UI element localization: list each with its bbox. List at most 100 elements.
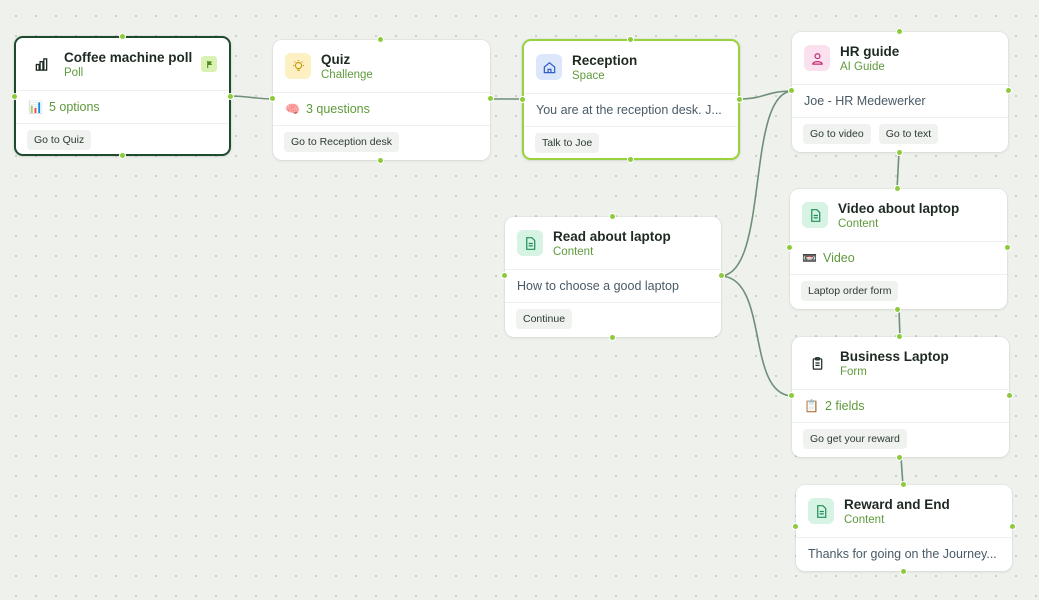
handle-right[interactable] (1009, 523, 1016, 530)
node-title: Reward and End (844, 496, 950, 512)
handle-top[interactable] (377, 36, 384, 43)
node-type: Space (572, 69, 605, 82)
node-actions: Laptop order form (790, 274, 1007, 307)
handle-bottom[interactable] (894, 306, 901, 313)
chart-emoji-icon: 📊 (28, 100, 43, 114)
node-detail: 📼 Video (790, 241, 1007, 274)
node-hr-guide[interactable]: HR guide AI Guide Joe - HR Medewerker Go… (788, 28, 1012, 156)
node-type: Challenge (321, 68, 373, 81)
node-title: HR guide (840, 43, 900, 59)
node-actions: Go to video Go to text (792, 117, 1008, 150)
edge-hr-to-video (896, 151, 900, 190)
node-header: Business Laptop Form (792, 337, 1009, 389)
flag-icon[interactable] (201, 56, 217, 72)
node-detail: Joe - HR Medewerker (792, 84, 1008, 117)
node-reception[interactable]: Reception Space You are at the reception… (519, 36, 743, 163)
handle-bottom[interactable] (896, 454, 903, 461)
node-read-about-laptop[interactable]: Read about laptop Content How to choose … (501, 213, 725, 341)
brain-emoji-icon: 🧠 (285, 102, 300, 116)
document-icon (517, 230, 543, 256)
action-chip[interactable]: Go to video (803, 124, 871, 144)
handle-top[interactable] (609, 213, 616, 220)
node-title: Business Laptop (840, 348, 949, 364)
node-detail: 📋 2 fields (792, 389, 1009, 422)
handle-top[interactable] (896, 28, 903, 35)
handle-top[interactable] (119, 33, 126, 40)
node-type: Form (840, 365, 867, 378)
node-title: Coffee machine poll (64, 49, 193, 65)
node-header: Reward and End Content (796, 485, 1012, 537)
node-type: Poll (64, 66, 84, 79)
action-chip[interactable]: Go to text (878, 124, 939, 144)
node-business-laptop[interactable]: Business Laptop Form 📋 2 fields Go get y… (788, 333, 1013, 461)
node-reward-and-end[interactable]: Reward and End Content Thanks for going … (792, 481, 1016, 575)
node-quiz[interactable]: Quiz Challenge 🧠 3 questions Go to Recep… (269, 36, 494, 164)
node-type: Content (553, 245, 594, 258)
node-title: Video about laptop (838, 200, 960, 216)
bar-chart-icon (28, 51, 54, 77)
handle-bottom[interactable] (627, 156, 634, 163)
node-header: Video about laptop Content (790, 189, 1007, 241)
node-title: Read about laptop (553, 228, 671, 244)
action-chip[interactable]: Talk to Joe (535, 133, 600, 153)
user-icon (804, 45, 830, 71)
action-chip[interactable]: Go to Quiz (27, 130, 92, 150)
handle-left[interactable] (792, 523, 799, 530)
node-coffee-machine-poll[interactable]: Coffee machine poll Poll 📊 5 options Go … (11, 33, 234, 159)
handle-right[interactable] (1004, 244, 1011, 251)
handle-left[interactable] (786, 244, 793, 251)
node-video-about-laptop[interactable]: Video about laptop Content 📼 Video Lapto… (786, 185, 1011, 313)
handle-left[interactable] (788, 87, 795, 94)
node-actions: Go to Reception desk (273, 125, 490, 158)
videocassette-icon: 📼 (802, 251, 817, 265)
clipboard-emoji-icon: 📋 (804, 399, 819, 413)
handle-right[interactable] (227, 93, 234, 100)
handle-bottom[interactable] (896, 149, 903, 156)
action-chip[interactable]: Continue (516, 309, 573, 329)
node-header: Read about laptop Content (505, 217, 721, 269)
home-icon (536, 54, 562, 80)
node-header: Quiz Challenge (273, 40, 490, 92)
node-type: AI Guide (840, 60, 885, 73)
handle-right[interactable] (487, 95, 494, 102)
handle-right[interactable] (736, 96, 743, 103)
document-icon (802, 202, 828, 228)
edge-read-to-business (719, 275, 794, 397)
node-detail: You are at the reception desk. J... (524, 93, 738, 126)
node-type: Content (844, 513, 885, 526)
node-actions: Go get your reward (792, 422, 1009, 455)
handle-bottom[interactable] (377, 157, 384, 164)
handle-bottom[interactable] (900, 568, 907, 575)
node-title: Quiz (321, 51, 351, 67)
handle-right[interactable] (1005, 87, 1012, 94)
handle-left[interactable] (269, 95, 276, 102)
handle-top[interactable] (896, 333, 903, 340)
handle-bottom[interactable] (609, 334, 616, 341)
handle-top[interactable] (900, 481, 907, 488)
handle-right[interactable] (1006, 392, 1013, 399)
handle-left[interactable] (788, 392, 795, 399)
handle-left[interactable] (501, 272, 508, 279)
handle-top[interactable] (627, 36, 634, 43)
node-detail: How to choose a good laptop (505, 269, 721, 302)
handle-bottom[interactable] (119, 152, 126, 159)
lightbulb-icon (285, 53, 311, 79)
node-detail: 🧠 3 questions (273, 92, 490, 125)
action-chip[interactable]: Go get your reward (803, 429, 907, 449)
node-header: HR guide AI Guide (792, 32, 1008, 84)
node-header: Coffee machine poll Poll (16, 38, 229, 90)
handle-left[interactable] (11, 93, 18, 100)
node-actions: Talk to Joe (524, 126, 738, 159)
action-chip[interactable]: Laptop order form (801, 281, 899, 301)
document-icon (808, 498, 834, 524)
node-header: Reception Space (524, 41, 738, 93)
handle-left[interactable] (519, 96, 526, 103)
node-detail: Thanks for going on the Journey... (796, 537, 1012, 570)
node-type: Content (838, 217, 879, 230)
action-chip[interactable]: Go to Reception desk (284, 132, 399, 152)
node-actions: Continue (505, 302, 721, 335)
node-title: Reception (572, 52, 638, 68)
handle-top[interactable] (894, 185, 901, 192)
handle-right[interactable] (718, 272, 725, 279)
clipboard-icon (804, 350, 830, 376)
